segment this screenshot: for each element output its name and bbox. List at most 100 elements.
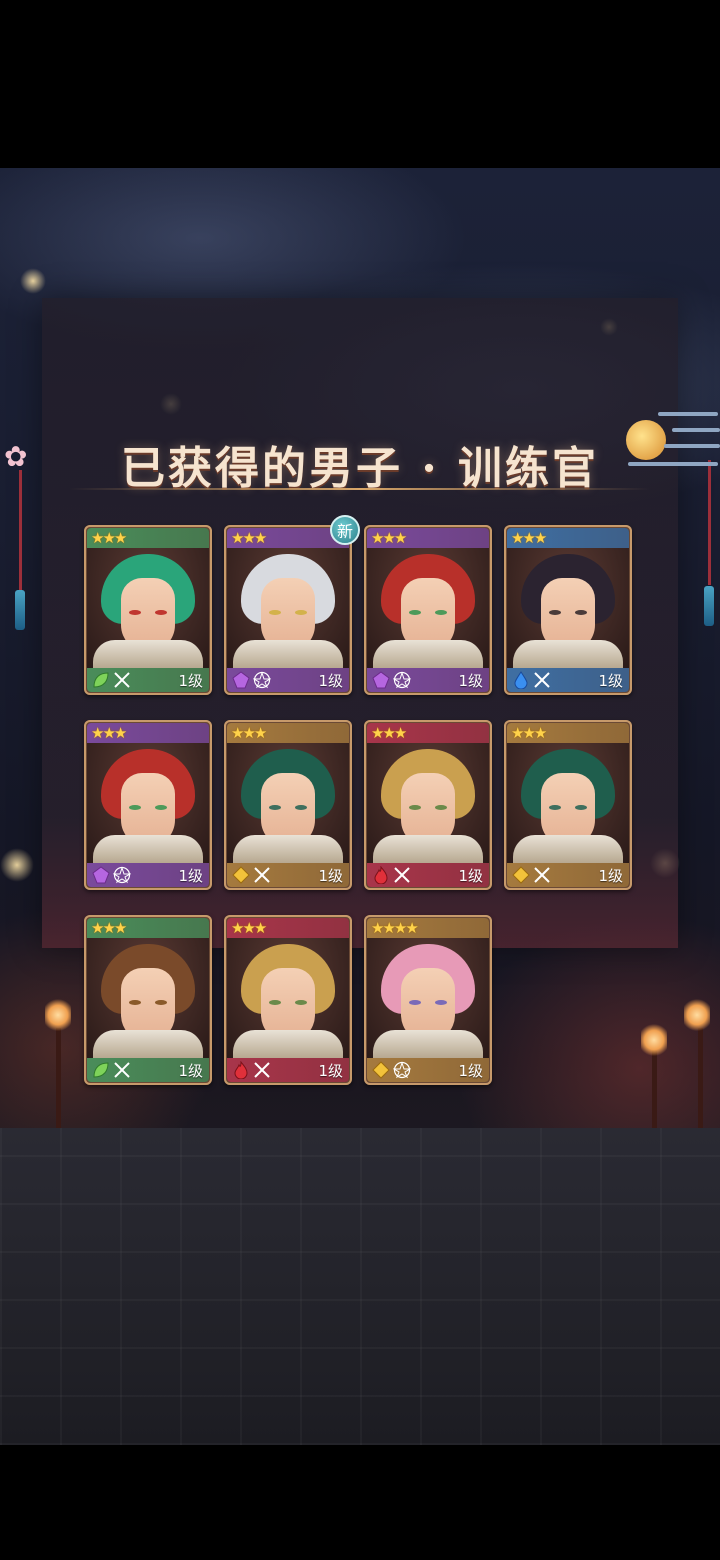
firefly-sparkle bbox=[20, 268, 46, 294]
eye-right bbox=[575, 805, 587, 810]
pentagram-icon bbox=[252, 671, 272, 689]
crossed-swords-icon bbox=[252, 866, 272, 884]
info-band: 1级 bbox=[367, 863, 489, 887]
crossed-swords-icon bbox=[112, 1061, 132, 1079]
character-portrait bbox=[367, 548, 489, 668]
character-card[interactable]: ★★★ 1级 新 bbox=[224, 515, 360, 695]
stone-path bbox=[0, 1128, 720, 1445]
character-portrait bbox=[87, 548, 209, 668]
eye-right bbox=[295, 805, 307, 810]
level-label: 1级 bbox=[598, 671, 623, 690]
eye-left bbox=[269, 610, 281, 615]
lantern-light bbox=[684, 998, 710, 1032]
eye-right bbox=[295, 1000, 307, 1005]
new-badge: 新 bbox=[330, 515, 360, 545]
rarity-stars: ★★★ bbox=[511, 529, 547, 547]
eye-left bbox=[549, 805, 561, 810]
eye-left bbox=[549, 610, 561, 615]
info-band: 1级 bbox=[227, 1058, 349, 1082]
eye-left bbox=[409, 610, 421, 615]
rarity-stars: ★★★ bbox=[231, 529, 267, 547]
character-portrait bbox=[507, 743, 629, 863]
diamond-icon bbox=[232, 866, 250, 884]
lantern-light bbox=[45, 998, 71, 1032]
level-label: 1级 bbox=[318, 866, 343, 885]
info-band: 1级 bbox=[367, 1058, 489, 1082]
info-band: 1级 bbox=[507, 863, 629, 887]
eye-left bbox=[409, 1000, 421, 1005]
card-frame: ★★★ 1级 bbox=[367, 723, 489, 887]
info-band: 1级 bbox=[87, 863, 209, 887]
lantern-light bbox=[641, 1023, 667, 1057]
rarity-band: ★★★ bbox=[367, 723, 489, 743]
character-portrait bbox=[367, 938, 489, 1058]
rarity-stars: ★★★ bbox=[91, 724, 127, 742]
card-frame: ★★★ 1级 bbox=[507, 723, 629, 887]
eye-right bbox=[435, 1000, 447, 1005]
pentagram-icon bbox=[392, 671, 412, 689]
clothing-shape bbox=[93, 1030, 203, 1058]
level-label: 1级 bbox=[318, 1061, 343, 1080]
rarity-band: ★★★ bbox=[507, 528, 629, 548]
info-band: 1级 bbox=[227, 863, 349, 887]
character-card[interactable]: ★★★ 1级 bbox=[84, 915, 212, 1085]
rarity-band: ★★★ bbox=[507, 723, 629, 743]
eye-left bbox=[269, 805, 281, 810]
clothing-shape bbox=[373, 640, 483, 668]
rarity-stars: ★★★★ bbox=[371, 919, 419, 937]
clothing-shape bbox=[373, 835, 483, 863]
clothing-shape bbox=[233, 640, 343, 668]
rarity-band: ★★★ bbox=[367, 528, 489, 548]
rarity-band: ★★★ bbox=[227, 918, 349, 938]
character-portrait bbox=[227, 743, 349, 863]
card-frame: ★★★ 1级 bbox=[87, 723, 209, 887]
character-card[interactable]: ★★★ 1级 bbox=[364, 525, 492, 695]
character-card[interactable]: ★★★ 1级 bbox=[504, 720, 632, 890]
character-card[interactable]: ★★★ 1级 bbox=[364, 720, 492, 890]
page-title: 已获得的男子 · 训练官 bbox=[121, 443, 599, 494]
rarity-stars: ★★★ bbox=[91, 919, 127, 937]
amethyst-icon bbox=[92, 866, 110, 884]
character-card[interactable]: ★★★ 1级 bbox=[224, 915, 352, 1085]
diamond-icon bbox=[512, 866, 530, 884]
level-label: 1级 bbox=[178, 671, 203, 690]
info-band: 1级 bbox=[227, 668, 349, 692]
water-drop-icon bbox=[512, 671, 530, 689]
card-frame: ★★★ 1级 bbox=[507, 528, 629, 692]
character-portrait bbox=[87, 938, 209, 1058]
eye-right bbox=[295, 610, 307, 615]
info-band: 1级 bbox=[87, 1058, 209, 1082]
level-label: 1级 bbox=[598, 866, 623, 885]
card-frame: ★★★★ 1级 bbox=[367, 918, 489, 1082]
rarity-stars: ★★★ bbox=[231, 919, 267, 937]
tassel-icon bbox=[704, 586, 714, 626]
card-frame: ★★★ 1级 bbox=[367, 528, 489, 692]
cloud-wave-decoration bbox=[658, 412, 718, 416]
eye-right bbox=[155, 1000, 167, 1005]
amethyst-icon bbox=[372, 671, 390, 689]
eye-right bbox=[575, 610, 587, 615]
character-card[interactable]: ★★★ 1级 bbox=[504, 525, 632, 695]
firefly-sparkle bbox=[0, 848, 34, 882]
leaf-icon bbox=[92, 671, 110, 689]
character-card[interactable]: ★★★ 1级 bbox=[224, 720, 352, 890]
rarity-stars: ★★★ bbox=[91, 529, 127, 547]
character-portrait bbox=[367, 743, 489, 863]
character-portrait bbox=[227, 548, 349, 668]
rarity-stars: ★★★ bbox=[511, 724, 547, 742]
character-card[interactable]: ★★★★ 1级 bbox=[364, 915, 492, 1085]
pentagram-icon bbox=[392, 1061, 412, 1079]
crossed-swords-icon bbox=[252, 1061, 272, 1079]
crossed-swords-icon bbox=[532, 671, 552, 689]
eye-right bbox=[155, 610, 167, 615]
character-card[interactable]: ★★★ 1级 bbox=[84, 720, 212, 890]
flame-icon bbox=[372, 866, 390, 884]
character-card[interactable]: ★★★ 1级 bbox=[84, 525, 212, 695]
rarity-stars: ★★★ bbox=[371, 529, 407, 547]
eye-left bbox=[129, 805, 141, 810]
crossed-swords-icon bbox=[532, 866, 552, 884]
clothing-shape bbox=[93, 835, 203, 863]
info-band: 1级 bbox=[507, 668, 629, 692]
rarity-band: ★★★ bbox=[87, 918, 209, 938]
level-label: 1级 bbox=[458, 671, 483, 690]
